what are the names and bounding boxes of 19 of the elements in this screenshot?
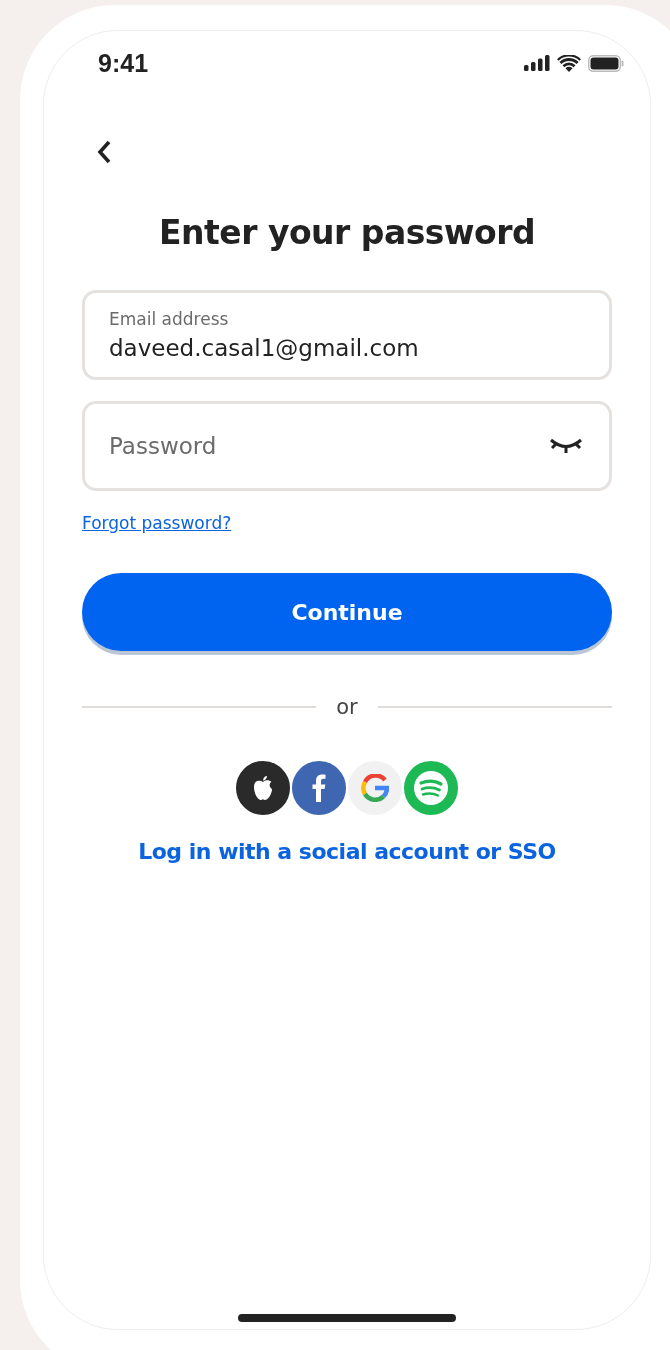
page-title: Enter your password [157,213,537,252]
password-field[interactable]: Password [82,401,612,491]
facebook-icon [312,774,326,802]
password-input[interactable]: Password [109,433,549,459]
status-time: 9:41 [98,48,149,78]
email-field-label: Email address [109,309,230,329]
wifi-icon [557,54,581,72]
signal-icon [524,55,550,71]
battery-icon [588,54,624,72]
apple-icon [252,775,274,801]
spotify-icon [413,770,449,806]
google-icon [361,774,389,802]
back-chevron-icon [96,139,112,165]
email-field[interactable]: Email address daveed.casal1@gmail.com [82,290,612,380]
email-input[interactable]: daveed.casal1@gmail.com [109,335,583,361]
forgot-password-link[interactable]: Forgot password? [82,513,232,533]
closed-eye-icon[interactable] [549,437,583,455]
social-login-link[interactable]: Log in with a social account or SSO [138,839,556,864]
divider-text: or [336,695,358,719]
